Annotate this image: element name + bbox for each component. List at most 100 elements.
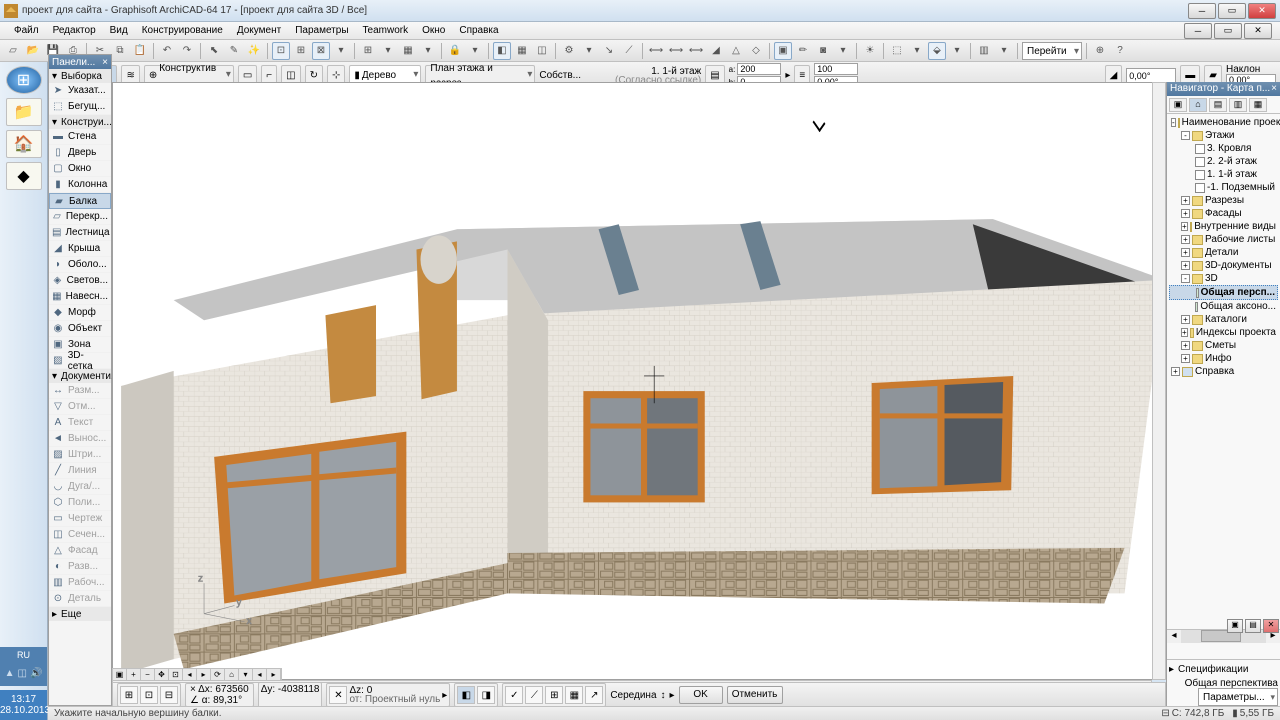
goto-dropdown[interactable]: Перейти [1022,42,1082,60]
dd1-icon[interactable]: ▾ [332,42,350,60]
pen-icon[interactable]: ✏ [794,42,812,60]
c5-icon[interactable]: ↗ [585,686,603,704]
nav-tab-3[interactable]: ▤ [1209,98,1227,112]
persp-icon[interactable]: ⬙ [928,42,946,60]
tool-slab[interactable]: ▱Перекр... [49,209,111,225]
group-more[interactable]: ▸Еще [49,607,111,621]
lock-icon[interactable]: 🔒 [446,42,464,60]
minimize-button[interactable]: ─ [1188,3,1216,19]
navbtn-2[interactable]: ▤ [1245,619,1261,633]
grid-icon[interactable]: ⊞ [359,42,377,60]
navbtn-close[interactable]: ✕ [1263,619,1279,633]
mdi-close[interactable]: ✕ [1244,23,1272,39]
dim5-icon[interactable]: △ [727,42,745,60]
menu-view[interactable]: Вид [104,23,134,38]
edit-icon[interactable]: ✎ [225,42,243,60]
nav-tab-5[interactable]: ▦ [1249,98,1267,112]
tray-net-icon[interactable]: ◫ [18,668,27,679]
ok-button[interactable]: OK [679,686,723,704]
open-icon[interactable]: 📂 [24,42,42,60]
tool-wall[interactable]: ▬Стена [49,129,111,145]
dim2-icon[interactable]: ⟷ [667,42,685,60]
redo-icon[interactable]: ↷ [178,42,196,60]
render3-icon[interactable]: ◫ [533,42,551,60]
tool-level[interactable]: ▽Отм... [49,399,111,415]
navigator-tree[interactable]: -Наименование проекта -Этажи 3. Кровля 2… [1167,114,1280,629]
wnd-icon[interactable]: ▥ [975,42,993,60]
surf-icon[interactable]: ◙ [814,42,832,60]
undo-icon[interactable]: ↶ [158,42,176,60]
navbtn-1[interactable]: ▣ [1227,619,1243,633]
new-icon[interactable]: ▱ [4,42,22,60]
paste-icon[interactable]: 📋 [131,42,149,60]
menu-document[interactable]: Документ [231,23,287,38]
sun-icon[interactable]: ☀ [861,42,879,60]
tool-section[interactable]: ◫Сечен... [49,527,111,543]
c3-icon[interactable]: ⊞ [545,686,563,704]
vertical-scrollbar[interactable] [1152,82,1166,680]
group-design[interactable]: ▾Конструи... [49,115,111,129]
input-a[interactable] [737,63,781,75]
tool-poly[interactable]: ⬡Поли... [49,495,111,511]
nav-tab-4[interactable]: ▥ [1229,98,1247,112]
cam-icon[interactable]: ⬚ [888,42,906,60]
snap3-icon[interactable]: ⊠ [312,42,330,60]
c4-icon[interactable]: ▦ [565,686,583,704]
v3d-icon[interactable]: ▣ [774,42,792,60]
copy-icon[interactable]: ⧉ [111,42,129,60]
dd2-icon[interactable]: ▾ [379,42,397,60]
dd4-icon[interactable]: ▾ [466,42,484,60]
play-icon[interactable]: ▸ [670,690,675,701]
params-button[interactable]: Параметры... [1198,688,1278,706]
menu-design[interactable]: Конструирование [136,23,229,38]
archicad-taskbar-icon[interactable]: 🏠 [6,130,42,158]
tool-worksheet[interactable]: ▥Рабоч... [49,575,111,591]
menu-options[interactable]: Параметры [289,23,354,38]
tool-label[interactable]: ◄Вынос... [49,431,111,447]
group-select[interactable]: ▾Выборка [49,69,111,83]
help-icon[interactable]: ? [1111,42,1129,60]
tool-window[interactable]: ▢Окно [49,161,111,177]
tool-column[interactable]: ▮Колонна [49,177,111,193]
tool-morph[interactable]: ◆Морф [49,305,111,321]
mode2-icon[interactable]: ◨ [477,686,495,704]
render2-icon[interactable]: ▦ [513,42,531,60]
spinner-icon[interactable]: ↕ [661,690,666,701]
menu-help[interactable]: Справка [453,23,504,38]
toolbox-close-icon[interactable]: × [102,57,108,68]
snap-obj-icon[interactable]: ⊟ [160,686,178,704]
chevron-icon[interactable]: ▸ [442,690,447,701]
spec-toggle[interactable]: ▸Спецификации [1169,662,1278,676]
snap-grid-icon[interactable]: ⊞ [120,686,138,704]
tool-roof[interactable]: ◢Крыша [49,241,111,257]
magic-icon[interactable]: ⚙ [560,42,578,60]
maximize-button[interactable]: ▭ [1218,3,1246,19]
dim1-icon[interactable]: ⟷ [647,42,665,60]
dd5-icon[interactable]: ▾ [834,42,852,60]
chevron-right-icon[interactable]: ▸ [785,70,790,81]
tray-vol-icon[interactable]: 🔊 [30,668,42,679]
tool-fill[interactable]: ▨Штри... [49,447,111,463]
tool-pointer[interactable]: ➤Указат... [49,83,111,99]
menu-window[interactable]: Окно [416,23,451,38]
dd7-icon[interactable]: ▾ [948,42,966,60]
other-icon[interactable]: ◆ [6,162,42,190]
c2-icon[interactable]: ⟋ [525,686,543,704]
wand-icon[interactable]: ✨ [245,42,263,60]
tool-object[interactable]: ◉Объект [49,321,111,337]
tool-skylight[interactable]: ◈Светов... [49,273,111,289]
pick-icon[interactable]: ⬉ [205,42,223,60]
mode1-icon[interactable]: ◧ [457,686,475,704]
dd3-icon[interactable]: ▾ [419,42,437,60]
dd8-icon[interactable]: ▾ [995,42,1013,60]
tool-door[interactable]: ▯Дверь [49,145,111,161]
render1-icon[interactable]: ◧ [493,42,511,60]
menu-edit[interactable]: Редактор [47,23,102,38]
viewport-3d[interactable]: z y x [112,82,1166,680]
dim3-icon[interactable]: ⟷ [687,42,705,60]
tool-text[interactable]: AТекст [49,415,111,431]
close-button[interactable]: ✕ [1248,3,1276,19]
dim4-icon[interactable]: ◢ [707,42,725,60]
nav-tab-1[interactable]: ▣ [1169,98,1187,112]
tool-ie[interactable]: ◐Разв... [49,559,111,575]
